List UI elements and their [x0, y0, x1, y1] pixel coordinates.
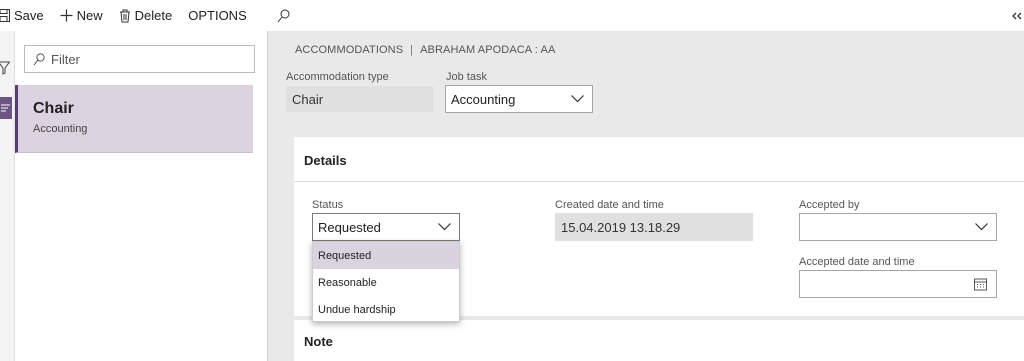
chevron-down-icon — [571, 95, 584, 103]
status-select[interactable]: Requested — [312, 213, 460, 241]
filter-icon[interactable] — [0, 61, 11, 78]
accepted-datetime-input[interactable] — [799, 270, 997, 298]
accepted-datetime-label: Accepted date and time — [799, 256, 915, 268]
list-item-subtitle: Accounting — [33, 123, 88, 135]
search-icon — [33, 52, 45, 66]
breadcrumb-separator: | — [410, 44, 414, 56]
options-label: OPTIONS — [188, 8, 247, 23]
more-icon — [1012, 9, 1022, 23]
created-datetime-label: Created date and time — [555, 199, 664, 211]
accommodation-type-field: Chair — [286, 86, 433, 112]
breadcrumb-record: ABRAHAM APODACA : AA — [420, 44, 556, 56]
status-option-undue-hardship[interactable]: Undue hardship — [313, 296, 459, 323]
status-label: Status — [312, 199, 344, 211]
trash-icon — [119, 9, 131, 23]
details-title: Details — [304, 153, 347, 168]
search-icon — [277, 9, 290, 23]
list-view-tab[interactable] — [0, 97, 12, 119]
job-task-value: Accounting — [451, 91, 516, 107]
chevron-down-icon — [438, 223, 451, 231]
delete-button[interactable]: Delete — [111, 0, 181, 31]
more-button[interactable] — [1012, 0, 1024, 31]
record-list-panel: Filter Chair Accounting — [15, 31, 268, 361]
accepted-by-select[interactable] — [799, 213, 997, 241]
save-label: Save — [14, 8, 44, 23]
save-button[interactable]: Save — [0, 0, 52, 31]
note-title: Note — [304, 334, 333, 349]
navigation-rail — [0, 31, 15, 361]
breadcrumb-section: ACCOMMODATIONS — [295, 44, 404, 56]
plus-icon — [60, 9, 73, 22]
calendar-icon[interactable] — [974, 278, 987, 291]
note-section[interactable]: Note — [294, 320, 1024, 361]
filter-placeholder: Filter — [51, 51, 80, 67]
status-option-requested[interactable]: Requested — [313, 242, 459, 269]
status-value: Requested — [318, 219, 381, 235]
options-button[interactable]: OPTIONS — [180, 0, 255, 31]
status-option-reasonable[interactable]: Reasonable — [313, 269, 459, 296]
save-icon — [0, 9, 10, 22]
created-datetime-field: 15.04.2019 13.18.29 — [555, 213, 753, 241]
action-toolbar: Save New Delete OPTIONS — [0, 0, 1024, 31]
new-label: New — [76, 8, 103, 23]
delete-label: Delete — [134, 8, 173, 23]
accepted-by-label: Accepted by — [799, 199, 860, 211]
list-item[interactable]: Chair Accounting — [15, 85, 253, 153]
new-button[interactable]: New — [52, 0, 111, 31]
accommodation-type-label: Accommodation type — [286, 71, 389, 83]
status-dropdown-list: Requested Reasonable Undue hardship — [312, 241, 460, 322]
breadcrumb: ACCOMMODATIONS | ABRAHAM APODACA : AA — [295, 44, 555, 56]
job-task-select[interactable]: Accounting — [445, 85, 593, 113]
chevron-down-icon — [975, 223, 988, 231]
filter-input[interactable]: Filter — [24, 45, 255, 73]
list-icon — [0, 104, 12, 122]
details-header[interactable]: Details — [294, 137, 1024, 182]
list-item-title: Chair — [33, 100, 74, 117]
job-task-label: Job task — [446, 71, 487, 83]
search-button[interactable] — [269, 0, 302, 31]
